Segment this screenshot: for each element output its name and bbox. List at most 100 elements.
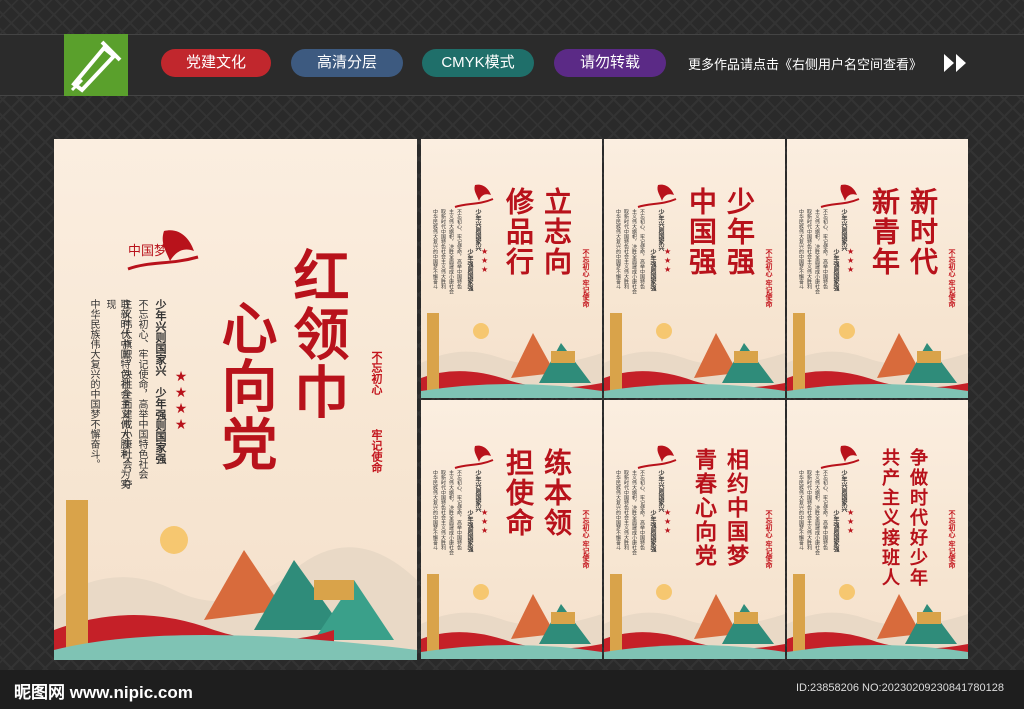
panel-paragraph: 取新时代中国特色社会主义伟大胜利 bbox=[623, 470, 629, 550]
small-poster-2: 少年强 中国强不忘初心 牢记使命 ★ ★ ★ 少年兴则国家兴 少年强则国家强 不忘初心、牢记使… bbox=[604, 139, 785, 398]
svg-text:中国梦: 中国梦 bbox=[128, 244, 167, 259]
star-decoration: ★ ★ ★ bbox=[481, 508, 489, 535]
tag-party-culture[interactable]: 党建文化 bbox=[161, 49, 271, 77]
image-id: ID:23858206 NO:20230209230841780128 bbox=[796, 682, 1004, 694]
panel-paragraph: 不忘初心、牢记使命，高举中国特色 bbox=[822, 209, 828, 289]
panel-title-line: 练本领 bbox=[540, 448, 573, 538]
panel-small-subtitle: 少年强则国家强 bbox=[466, 249, 473, 291]
panel-title-line: 担使命 bbox=[502, 448, 535, 538]
panel-paragraph: 不忘初心、牢记使命，高举中国特色 bbox=[639, 209, 645, 289]
panel-slogan: 不忘初心 牢记使命 bbox=[765, 249, 774, 308]
landscape-illustration bbox=[421, 574, 602, 659]
panel-paragraph: 中华民族伟大复兴的中国梦不懈奋斗 bbox=[615, 470, 621, 550]
panel-small-subtitle: 少年兴则国家兴 bbox=[657, 470, 664, 512]
main-subtitle-b: 少年强则国家强 bbox=[154, 387, 167, 464]
panel-paragraph: 主义伟大旗帜，决胜全面建成小康社会 bbox=[448, 470, 454, 555]
panel-slogan: 不忘初心 牢记使命 bbox=[582, 510, 591, 569]
landscape-illustration bbox=[787, 313, 968, 398]
panel-paragraph: 取新时代中国特色社会主义伟大胜利 bbox=[806, 209, 812, 289]
panel-paragraph: 取新时代中国特色社会主义伟大胜利 bbox=[806, 470, 812, 550]
panel-paragraph: 中华民族伟大复兴的中国梦不懈奋斗 bbox=[615, 209, 621, 289]
tag-no-repost[interactable]: 请勿转载 bbox=[554, 49, 666, 77]
panel-paragraph: 不忘初心、牢记使命，高举中国特色 bbox=[639, 470, 645, 550]
china-dream-emblem-small bbox=[637, 184, 677, 208]
panel-title-line: 新时代 bbox=[906, 187, 939, 277]
panel-paragraph: 取新时代中国特色社会主义伟大胜利 bbox=[440, 470, 446, 550]
watermark: 昵图网 www.nipic.com bbox=[14, 683, 193, 702]
panel-paragraph: 中华民族伟大复兴的中国梦不懈奋斗 bbox=[798, 470, 804, 550]
landscape-illustration bbox=[604, 574, 785, 659]
panel-title-line: 新青年 bbox=[868, 187, 901, 277]
star-decoration: ★ ★ ★ bbox=[481, 247, 489, 274]
logo bbox=[64, 34, 128, 96]
star-decoration: ★ ★ ★ bbox=[847, 508, 855, 535]
main-title-line1: 红领巾 bbox=[284, 247, 350, 421]
main-paragraph-1: 不忘初心、牢记使命，高举中国特色社会 bbox=[136, 299, 147, 479]
panel-paragraph: 不忘初心、牢记使命，高举中国特色 bbox=[822, 470, 828, 550]
panel-paragraph: 取新时代中国特色社会主义伟大胜利 bbox=[623, 209, 629, 289]
panel-paragraph: 主义伟大旗帜，决胜全面建成小康社会 bbox=[814, 470, 820, 555]
main-title-line2: 心向党 bbox=[212, 299, 278, 473]
panel-slogan: 不忘初心 牢记使命 bbox=[582, 249, 591, 308]
panel-small-subtitle: 少年兴则国家兴 bbox=[657, 209, 664, 251]
panel-small-subtitle: 少年强则国家强 bbox=[649, 249, 656, 291]
panel-small-subtitle: 少年兴则国家兴 bbox=[474, 470, 481, 512]
notice-text[interactable]: 更多作品请点击《右侧用户名空间查看》 bbox=[688, 54, 922, 73]
panel-paragraph: 中华民族伟大复兴的中国梦不懈奋斗 bbox=[432, 209, 438, 289]
landscape-illustration bbox=[787, 574, 968, 659]
china-dream-emblem: 中国梦 bbox=[120, 221, 200, 285]
small-poster-1: 立志向 修品行不忘初心 牢记使命 ★ ★ ★ 少年兴则国家兴 少年强则国家强 不忘初心、牢记使… bbox=[421, 139, 602, 398]
small-poster-3: 新时代 新青年不忘初心 牢记使命 ★ ★ ★ 少年兴则国家兴 少年强则国家强 不忘初心、牢记使… bbox=[787, 139, 968, 398]
star-decoration: ★ ★ ★ ★ bbox=[174, 369, 188, 433]
slogan-b: 牢记使命 bbox=[370, 429, 383, 473]
main-paragraph-4: 中华民族伟大复兴的中国梦不懈奋斗。 bbox=[88, 299, 99, 469]
small-poster-6: 争做时代好少年 共产主义接班人 不忘初心 牢记使命 ★ ★ ★ 少年兴则国家兴 少年强则国家强… bbox=[787, 400, 968, 659]
landscape-illustration bbox=[54, 500, 417, 660]
panel-slogan: 不忘初心 牢记使命 bbox=[948, 510, 957, 569]
panel-small-subtitle: 少年强则国家强 bbox=[832, 510, 839, 552]
panel-slogan: 不忘初心 牢记使命 bbox=[765, 510, 774, 569]
panel-small-subtitle: 少年强则国家强 bbox=[649, 510, 656, 552]
star-decoration: ★ ★ ★ bbox=[847, 247, 855, 274]
panel-paragraph: 主义伟大旗帜，决胜全面建成小康社会 bbox=[448, 209, 454, 294]
landscape-illustration bbox=[604, 313, 785, 398]
panel-small-subtitle: 少年兴则国家兴 bbox=[840, 470, 847, 512]
panel-title-line: 立志向 bbox=[540, 187, 573, 277]
panel-title-line: 青春心向党 bbox=[691, 448, 717, 568]
tag-cmyk[interactable]: CMYK模式 bbox=[422, 49, 534, 77]
panel-paragraph: 主义伟大旗帜，决胜全面建成小康社会 bbox=[631, 470, 637, 555]
double-arrow-icon[interactable] bbox=[942, 52, 970, 78]
tag-hd-layered[interactable]: 高清分层 bbox=[291, 49, 403, 77]
panel-title-line: 修品行 bbox=[502, 187, 535, 277]
china-dream-emblem-small bbox=[820, 445, 860, 469]
small-poster-4: 练本领 担使命不忘初心 牢记使命 ★ ★ ★ 少年兴则国家兴 少年强则国家强 不忘初心、牢记使… bbox=[421, 400, 602, 659]
china-dream-emblem-small bbox=[637, 445, 677, 469]
panel-small-subtitle: 少年强则国家强 bbox=[466, 510, 473, 552]
panel-slogan: 不忘初心 牢记使命 bbox=[948, 249, 957, 308]
panel-paragraph: 不忘初心、牢记使命，高举中国特色 bbox=[456, 470, 462, 550]
panel-paragraph: 主义伟大旗帜，决胜全面建成小康社会 bbox=[814, 209, 820, 294]
slogan-a: 不忘初心 bbox=[370, 351, 383, 395]
panel-small-subtitle: 少年兴则国家兴 bbox=[840, 209, 847, 251]
panel-small-subtitle: 少年强则国家强 bbox=[832, 249, 839, 291]
star-decoration: ★ ★ ★ bbox=[664, 247, 672, 274]
panel-title-line: 中国强 bbox=[685, 187, 718, 277]
panel-title-line: 少年强 bbox=[723, 187, 756, 277]
panel-paragraph: 中华民族伟大复兴的中国梦不懈奋斗 bbox=[432, 470, 438, 550]
main-subtitle-a: 少年兴则国家兴 bbox=[154, 299, 167, 376]
china-dream-emblem-small bbox=[454, 184, 494, 208]
main-paragraph-3: 取新时代中国特色社会主义伟大胜利，为实现 bbox=[104, 299, 129, 489]
panel-paragraph: 中华民族伟大复兴的中国梦不懈奋斗 bbox=[798, 209, 804, 289]
china-dream-emblem-small bbox=[820, 184, 860, 208]
panel-small-subtitle: 少年兴则国家兴 bbox=[474, 209, 481, 251]
panel-paragraph: 取新时代中国特色社会主义伟大胜利 bbox=[440, 209, 446, 289]
china-dream-emblem-small bbox=[454, 445, 494, 469]
panel-paragraph: 主义伟大旗帜，决胜全面建成小康社会 bbox=[631, 209, 637, 294]
pen-tool-icon bbox=[70, 40, 122, 93]
main-poster: 中国梦 红领巾 心向党 不忘初心 牢记使命 ★ ★ ★ ★ 少年兴则国家兴 少年强则国… bbox=[54, 139, 417, 660]
star-decoration: ★ ★ ★ bbox=[664, 508, 672, 535]
panel-title-line: 相约中国梦 bbox=[723, 448, 749, 568]
landscape-illustration bbox=[421, 313, 602, 398]
panel-paragraph: 不忘初心、牢记使命，高举中国特色 bbox=[456, 209, 462, 289]
small-poster-5: 相约中国梦 青春心向党不忘初心 牢记使命 ★ ★ ★ 少年兴则国家兴 少年强则国家强 不忘初心… bbox=[604, 400, 785, 659]
